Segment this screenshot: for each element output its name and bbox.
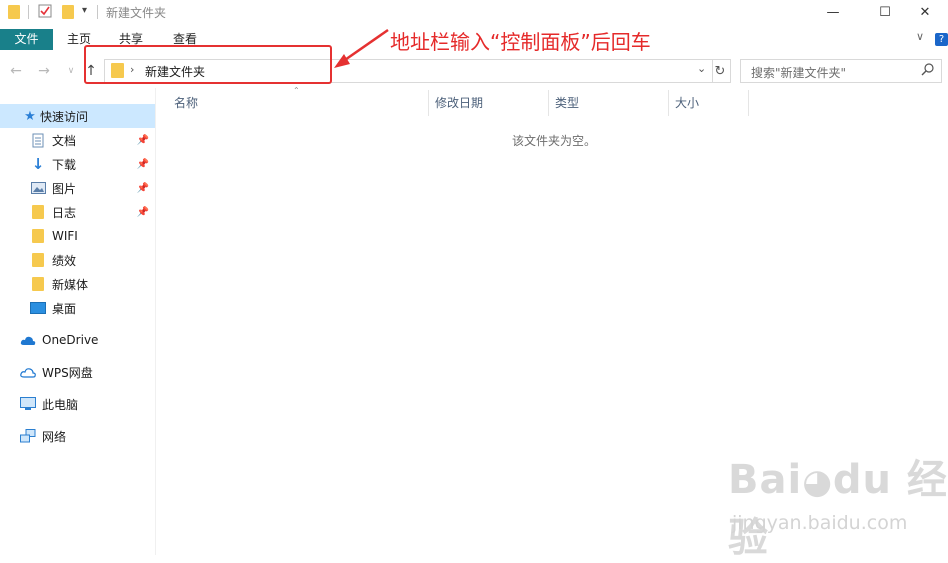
sidebar-item-label: 网络 <box>42 429 67 444</box>
column-header-size[interactable]: 大小 <box>675 92 699 116</box>
sidebar-item-label: WIFI <box>52 229 78 243</box>
refresh-button[interactable]: ↻ <box>710 59 731 83</box>
sidebar-item-new-media[interactable]: 新媒体 <box>0 272 155 296</box>
window-title: 新建文件夹 <box>106 6 167 20</box>
pane-splitter[interactable] <box>155 88 156 555</box>
pin-icon[interactable]: 📌 <box>137 207 149 218</box>
chevron-down-icon[interactable]: ⌄ <box>697 62 706 75</box>
folder-icon <box>30 252 46 268</box>
expand-ribbon-icon[interactable]: ∨ <box>916 30 924 43</box>
sidebar-item-downloads[interactable]: ↓ 下载 📌 <box>0 152 155 176</box>
sidebar-item-label: 快速访问 <box>40 109 89 124</box>
folder-icon <box>30 276 46 292</box>
network-icon <box>20 428 36 444</box>
help-icon[interactable]: ? <box>935 33 948 46</box>
annotation-highlight-box <box>84 45 332 84</box>
customize-toolbar-icon[interactable]: ▾ <box>82 5 87 16</box>
sidebar-item-label: 日志 <box>52 205 77 220</box>
sidebar-item-label: WPS网盘 <box>42 365 93 380</box>
sidebar-item-label: 新媒体 <box>52 277 89 292</box>
annotation-text: 地址栏输入“控制面板”后回车 <box>390 30 651 54</box>
sidebar-item-label: 图片 <box>52 181 77 196</box>
sidebar-item-label: 文档 <box>52 133 77 148</box>
column-divider[interactable] <box>748 90 749 116</box>
tab-file[interactable]: 文件 <box>0 29 53 50</box>
sidebar-item-wifi[interactable]: WIFI <box>0 224 155 248</box>
download-icon: ↓ <box>31 155 45 173</box>
sidebar-item-label: 下载 <box>52 157 77 172</box>
sidebar-item-onedrive[interactable]: OneDrive <box>0 328 155 352</box>
folder-icon <box>30 228 46 244</box>
folder-icon <box>8 5 20 19</box>
column-header-type[interactable]: 类型 <box>555 92 579 116</box>
pin-icon[interactable]: 📌 <box>137 159 149 170</box>
forward-button[interactable]: → <box>35 62 53 80</box>
pin-icon[interactable]: 📌 <box>137 135 149 146</box>
navigation-pane: ★ 快速访问 文档 📌 ↓ 下载 📌 图片 📌 日志 📌 WIFI 绩效 新媒体 <box>0 104 155 555</box>
star-icon: ★ <box>24 108 36 124</box>
column-divider[interactable] <box>668 90 669 116</box>
column-header-modified[interactable]: 修改日期 <box>435 92 483 116</box>
cloud-outline-icon <box>20 364 36 380</box>
back-button[interactable]: ← <box>7 62 25 80</box>
sidebar-item-label: OneDrive <box>42 333 99 347</box>
sidebar-item-pictures[interactable]: 图片 📌 <box>0 176 155 200</box>
column-header-name[interactable]: 名称 <box>174 92 198 116</box>
watermark-url: jingyan.baidu.com <box>732 512 908 534</box>
sidebar-item-performance[interactable]: 绩效 <box>0 248 155 272</box>
divider <box>97 5 98 19</box>
search-icon[interactable] <box>921 62 935 81</box>
column-divider[interactable] <box>548 90 549 116</box>
computer-icon <box>20 396 36 412</box>
column-divider[interactable] <box>428 90 429 116</box>
sidebar-item-documents[interactable]: 文档 📌 <box>0 128 155 152</box>
properties-icon[interactable] <box>38 4 52 18</box>
sidebar-item-this-pc[interactable]: 此电脑 <box>0 392 155 416</box>
watermark-logo: Bai◕du 经验 <box>728 457 948 561</box>
sidebar-item-logs[interactable]: 日志 📌 <box>0 200 155 224</box>
sidebar-item-quick-access[interactable]: ★ 快速访问 <box>0 104 155 128</box>
document-icon <box>30 132 46 148</box>
search-placeholder: 搜索"新建文件夹" <box>751 66 847 80</box>
sidebar-item-label: 绩效 <box>52 253 77 268</box>
sidebar-item-desktop[interactable]: 桌面 <box>0 296 155 320</box>
sidebar-item-label: 桌面 <box>52 301 77 316</box>
cloud-icon <box>20 332 36 348</box>
empty-folder-message: 该文件夹为空。 <box>512 134 597 148</box>
folder-icon <box>30 204 46 220</box>
close-button[interactable]: ✕ <box>902 0 948 24</box>
search-box[interactable]: 搜索"新建文件夹" <box>740 59 942 83</box>
recent-locations-button[interactable]: ∨ <box>62 62 80 80</box>
sidebar-item-wps-drive[interactable]: WPS网盘 <box>0 360 155 384</box>
sidebar-item-label: 此电脑 <box>42 397 79 412</box>
pictures-icon <box>30 180 46 196</box>
pin-icon[interactable]: 📌 <box>137 183 149 194</box>
minimize-button[interactable]: — <box>810 0 856 24</box>
sort-up-icon: ⌃ <box>293 86 300 95</box>
divider <box>28 5 29 19</box>
title-bar: ▾ 新建文件夹 — ☐ ✕ <box>0 0 948 24</box>
sidebar-item-network[interactable]: 网络 <box>0 424 155 448</box>
desktop-icon <box>30 300 46 316</box>
new-folder-icon[interactable] <box>62 5 74 19</box>
